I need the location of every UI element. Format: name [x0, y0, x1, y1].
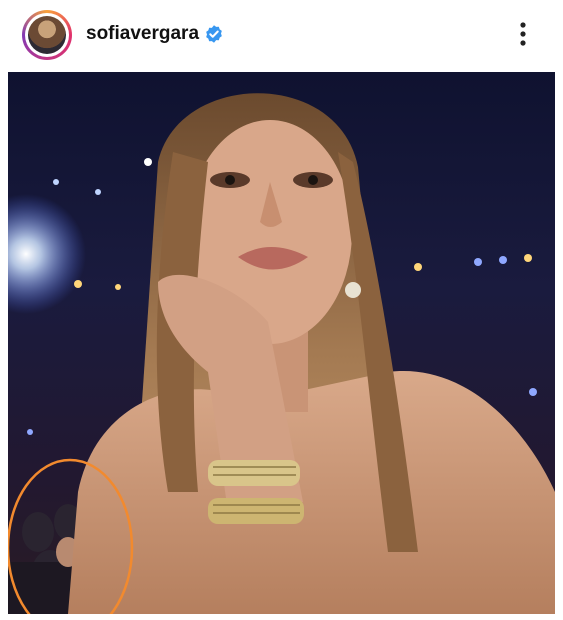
avatar-image	[28, 16, 66, 54]
post-photo[interactable]	[8, 72, 555, 614]
body	[68, 371, 555, 614]
more-options-icon[interactable]	[511, 20, 535, 48]
post-header: sofiavergara	[0, 0, 563, 70]
username[interactable]: sofiavergara	[86, 23, 199, 45]
avatar[interactable]	[22, 10, 72, 60]
verified-badge-icon	[206, 25, 222, 43]
